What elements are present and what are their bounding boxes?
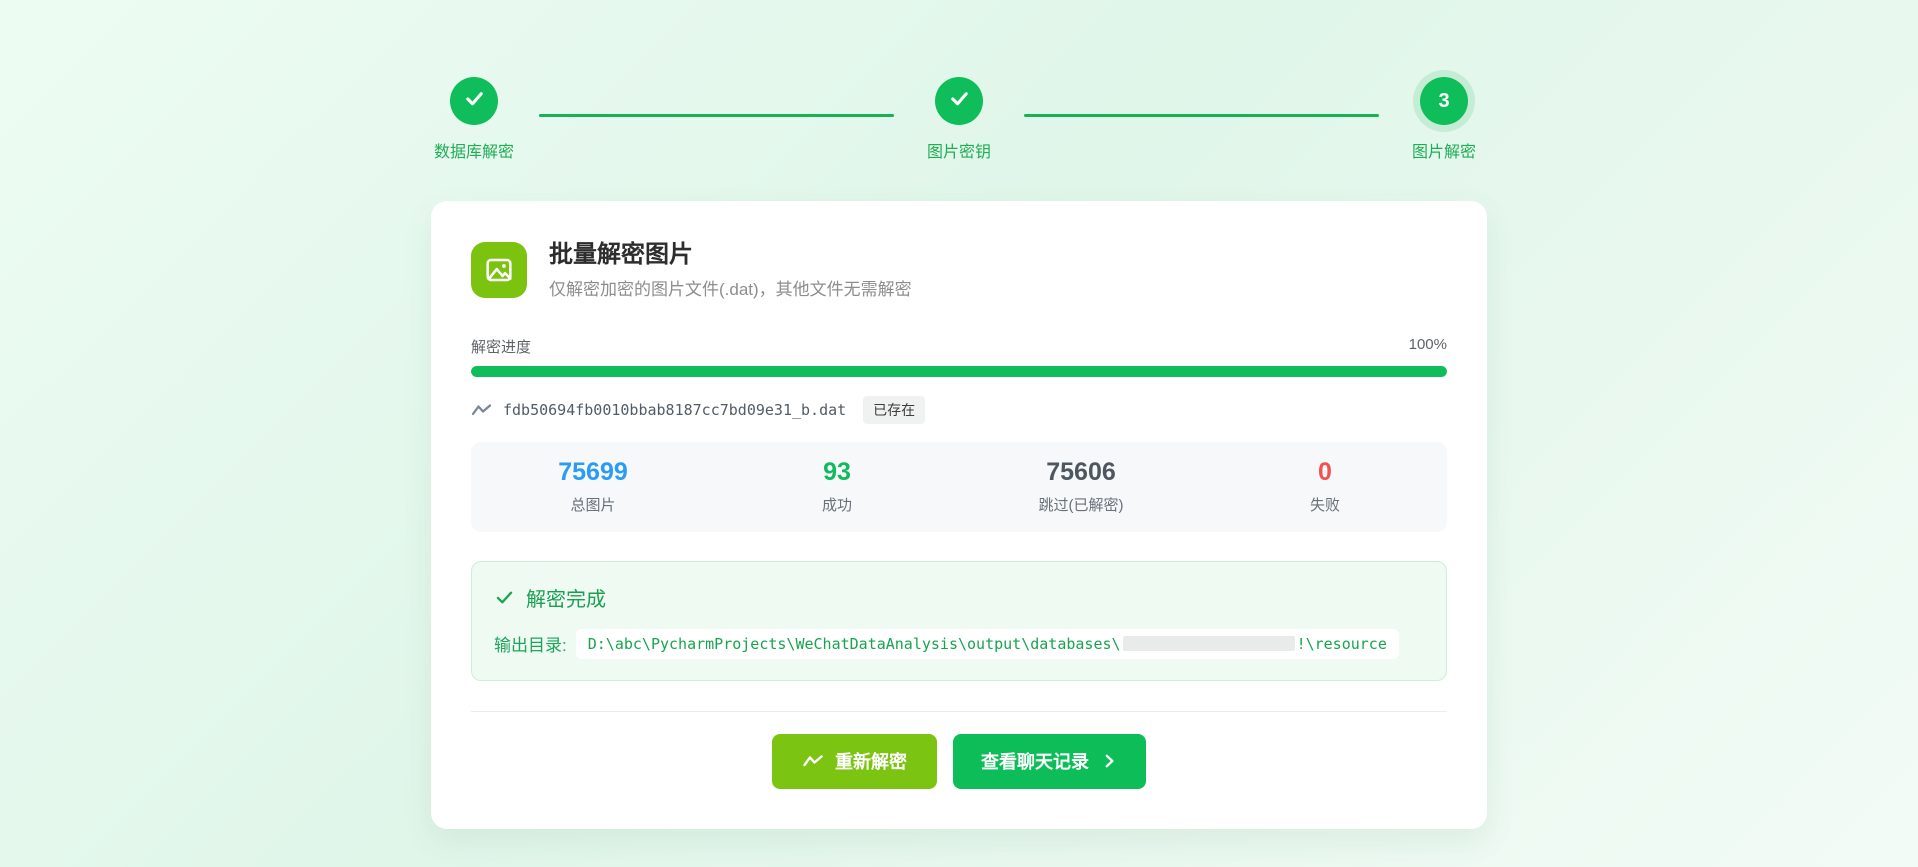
stat-value: 75606 — [959, 458, 1203, 487]
step-label: 数据库解密 — [434, 138, 514, 162]
step-done-circle — [450, 77, 498, 125]
page: 数据库解密 图片密钥 3 图片解密 — [431, 0, 1487, 829]
stat-skipped: 75606 跳过(已解密) — [959, 458, 1203, 515]
stat-value: 93 — [715, 458, 959, 487]
step-number: 3 — [1438, 90, 1449, 113]
card-header-text: 批量解密图片 仅解密加密的图片文件(.dat)，其他文件无需解密 — [549, 241, 912, 300]
output-path-value: D:\abc\PycharmProjects\WeChatDataAnalysi… — [576, 629, 1399, 659]
stat-label: 失败 — [1203, 494, 1447, 515]
card-header: 批量解密图片 仅解密加密的图片文件(.dat)，其他文件无需解密 — [471, 241, 1447, 300]
output-path-suffix: !\resource — [1297, 635, 1387, 653]
current-file-row: fdb50694fb0010bbab8187cc7bd09e31_b.dat 已… — [471, 396, 1447, 424]
step-image-decrypt: 3 图片解密 — [1401, 77, 1487, 162]
action-buttons: 重新解密 查看聊天记录 — [471, 734, 1447, 789]
stat-label: 成功 — [715, 494, 959, 515]
redecrypt-button-label: 重新解密 — [835, 748, 907, 774]
progress-bar-fill — [471, 366, 1447, 377]
view-chat-history-button-label: 查看聊天记录 — [981, 748, 1089, 774]
card-subtitle: 仅解密加密的图片文件(.dat)，其他文件无需解密 — [549, 275, 912, 300]
check-icon — [494, 587, 515, 608]
stepper-connector — [1024, 114, 1379, 117]
chevron-right-icon — [1100, 752, 1118, 770]
view-chat-history-button[interactable]: 查看聊天记录 — [953, 734, 1146, 789]
output-dir-label: 输出目录: — [494, 631, 567, 656]
card-title: 批量解密图片 — [549, 241, 912, 270]
step-label: 图片密钥 — [927, 138, 991, 162]
progress-percent: 100% — [1409, 336, 1447, 357]
stats-panel: 75699 总图片 93 成功 75606 跳过(已解密) 0 失败 — [471, 442, 1447, 532]
divider — [471, 711, 1447, 712]
stat-label: 总图片 — [471, 494, 715, 515]
check-icon — [948, 87, 971, 116]
step-active-circle: 3 — [1420, 77, 1468, 125]
stat-value: 0 — [1203, 458, 1447, 487]
output-path-prefix: D:\abc\PycharmProjects\WeChatDataAnalysi… — [588, 635, 1121, 653]
result-status: 解密完成 — [526, 583, 606, 612]
activity-icon — [802, 752, 824, 770]
result-panel: 解密完成 输出目录: D:\abc\PycharmProjects\WeChat… — [471, 561, 1447, 681]
stepper: 数据库解密 图片密钥 3 图片解密 — [431, 77, 1487, 162]
stat-value: 75699 — [471, 458, 715, 487]
result-header: 解密完成 — [494, 583, 1424, 612]
step-done-circle — [935, 77, 983, 125]
activity-icon — [471, 401, 492, 419]
stat-success: 93 成功 — [715, 458, 959, 515]
current-file-name: fdb50694fb0010bbab8187cc7bd09e31_b.dat — [503, 401, 846, 419]
output-path-row: 输出目录: D:\abc\PycharmProjects\WeChatDataA… — [494, 629, 1424, 659]
redecrypt-button[interactable]: 重新解密 — [772, 734, 937, 789]
stat-total-images: 75699 总图片 — [471, 458, 715, 515]
image-icon — [471, 242, 527, 298]
file-exists-badge: 已存在 — [863, 396, 925, 424]
step-image-key: 图片密钥 — [916, 77, 1002, 162]
stepper-connector — [539, 114, 894, 117]
decrypt-card: 批量解密图片 仅解密加密的图片文件(.dat)，其他文件无需解密 解密进度 10… — [431, 201, 1487, 829]
progress-bar — [471, 366, 1447, 377]
stat-failed: 0 失败 — [1203, 458, 1447, 515]
progress-label: 解密进度 — [471, 336, 531, 357]
check-icon — [463, 87, 486, 116]
stat-label: 跳过(已解密) — [959, 494, 1203, 515]
step-database-decrypt: 数据库解密 — [431, 77, 517, 162]
progress-header: 解密进度 100% — [471, 336, 1447, 357]
step-label: 图片解密 — [1412, 138, 1476, 162]
redacted-path-segment — [1123, 636, 1295, 651]
